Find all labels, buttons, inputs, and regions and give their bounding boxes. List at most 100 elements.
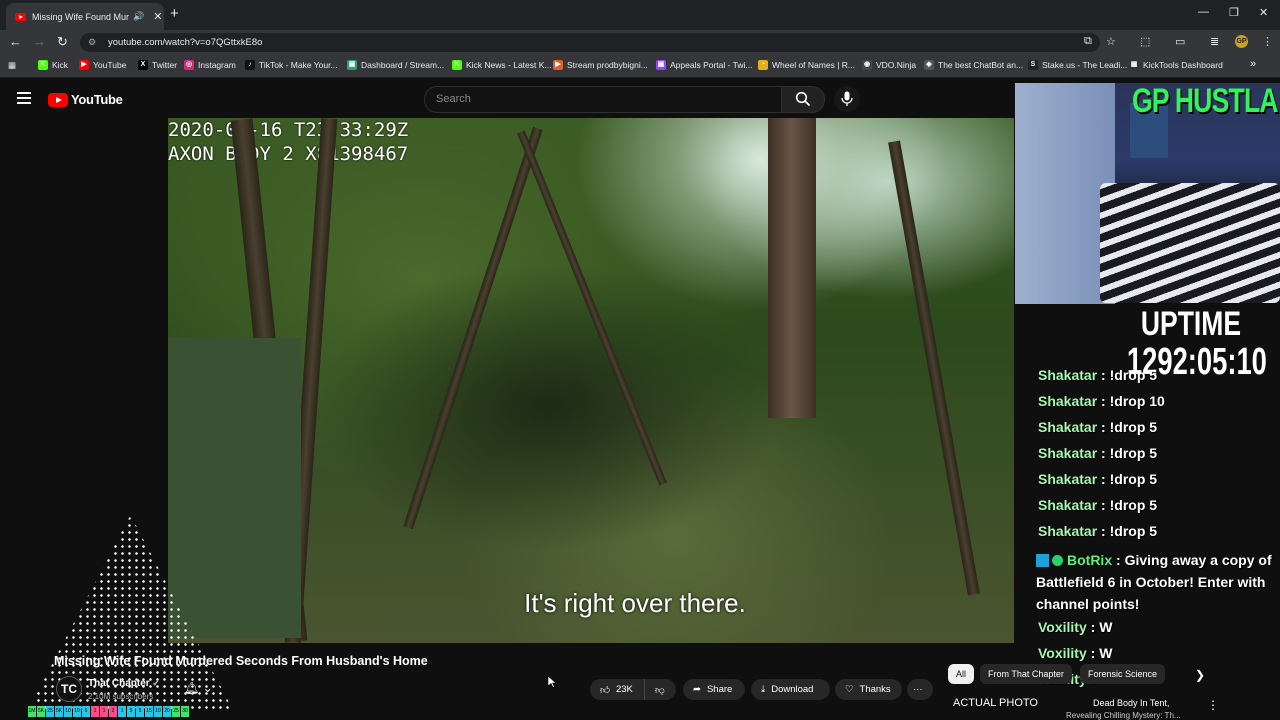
install-app-icon[interactable]: ⧉ [1084,35,1092,48]
browser-menu-icon[interactable]: ⋮ [1262,35,1273,48]
chat-username: Shakatar [1038,523,1098,539]
bookmark-item[interactable]: K Kick News - Latest K... [452,60,552,70]
bookmark-item[interactable]: X Twitter [138,60,177,70]
bookmark-label: Instagram [198,60,236,70]
like-button[interactable]: 👍︎ 23K [590,679,644,700]
microphone-icon [841,91,853,106]
search-input[interactable] [434,92,768,106]
bookmark-favicon-icon: K [38,60,48,70]
timestamp-device: AXON BODY 2 X81398467 [168,143,409,165]
dislike-button[interactable]: 👎︎ [644,679,676,700]
share-label: Share [706,684,733,695]
channel-avatar[interactable]: TC [56,676,82,702]
minimize-button[interactable]: — [1198,6,1209,18]
bookmark-favicon-icon: ◆ [924,60,934,70]
new-tab-button[interactable]: + [170,5,179,22]
chip-from-channel[interactable]: From That Chapter [980,664,1072,684]
bookmark-label: YouTube [93,60,127,70]
search-icon [795,91,811,107]
level-segment: 10 [64,706,72,717]
bookmark-item[interactable]: ▶ Stream prodbybigni... [553,60,648,70]
bookmark-favicon-icon: ▣ [347,60,357,70]
bookmark-item[interactable]: ▣ Appeals Portal - Twi... [656,60,753,70]
chat-text: !drop 5 [1109,523,1158,539]
reload-button[interactable]: ↻ [57,34,68,50]
bookmark-item[interactable]: ♪ TikTok - Make Your... [245,60,338,70]
level-segment: 30 [181,706,189,717]
youtube-play-icon [48,92,68,107]
bookmark-item[interactable]: K Kick [38,60,68,70]
rec-menu-icon[interactable]: ⋮ [1207,698,1219,712]
back-button[interactable]: ← [9,34,22,49]
chevron-right-icon[interactable]: ❯ [1195,668,1205,682]
restore-button[interactable]: ❐ [1229,6,1239,19]
bookmark-item[interactable]: S Stake.us - The Leadi... [1028,60,1127,70]
chat-message: Shakatar : !drop 5 [1038,419,1157,435]
bookmark-item[interactable]: ◉ VDO.Ninja [862,60,916,70]
forward-button[interactable]: → [33,34,46,49]
more-actions-button[interactable]: ··· [907,679,933,700]
download-button[interactable]: ⤓ Download [751,679,830,700]
bookmark-item[interactable]: ◎ Instagram [184,60,236,70]
address-bar[interactable]: ⚙ youtube.com/watch?v=o7QGttxkE8o [80,33,1100,52]
bookmark-item[interactable]: ▶ YouTube [79,60,126,70]
level-segment: 25 [172,706,180,717]
chat-text: W [1099,645,1113,661]
site-info-icon[interactable]: ⚙ [88,37,98,48]
level-segment: 5 [82,706,90,717]
speaker-icon[interactable]: 🔊 [133,11,144,22]
voice-search-button[interactable] [834,86,860,112]
bookmark-favicon-icon: X [138,60,148,70]
bookmark-item[interactable]: ▦ KickTools Dashboard [1129,60,1223,70]
tab-close-icon[interactable]: ✕ [153,10,162,23]
bookmark-favicon-icon: K [452,60,462,70]
uptime-label: UPTIME [1140,305,1242,343]
notification-bell-icon[interactable]: 🔔︎ ⌄ [184,681,213,695]
chip-forensic-science[interactable]: Forensic Science [1080,664,1166,684]
bookmark-star-icon[interactable]: ☆ [1106,35,1116,48]
level-bar: 1M 5K 25 5K 10 10 5 1 1 2 1 5 5 15 10 20 25 30 [28,706,189,717]
bookmark-label: Appeals Portal - Twi... [670,60,753,70]
search-button[interactable] [781,86,825,113]
bookmark-item[interactable]: ◔ Wheel of Names | R... [758,60,855,70]
bookmark-favicon-icon: ◉ [862,60,872,70]
profile-avatar[interactable]: GP [1235,35,1248,48]
browser-tab-active[interactable]: Missing Wife Found Murde 🔊 ✕ [6,3,164,30]
bookmark-label: VDO.Ninja [876,60,917,70]
stream-brand-text: GP HUSTLA [1132,82,1279,120]
search-box[interactable] [424,86,783,113]
thanks-button[interactable]: ♡ Thanks [835,679,902,700]
blurred-region [168,338,301,638]
cast-icon[interactable]: ▭ [1175,35,1185,48]
share-button[interactable]: ➦ Share [683,679,745,700]
subscriber-count: 2.10M subscribers [88,692,154,701]
apps-grid-icon[interactable]: ▦ [8,60,16,71]
chat-message: Shakatar : !drop 5 [1038,471,1157,487]
channel-name-text: That Chapter [88,678,150,689]
media-controls-icon[interactable]: ≣ [1210,35,1219,48]
youtube-favicon-icon [15,12,26,21]
chat-text: !drop 5 [1109,367,1158,383]
youtube-logo[interactable]: YouTube [48,92,123,107]
chat-message: Voxility : W [1038,619,1112,635]
window-close-button[interactable]: ✕ [1259,6,1268,19]
chat-username: Shakatar [1038,419,1098,435]
bot-badge-icon [1036,554,1049,567]
menu-hamburger-icon[interactable] [17,92,31,104]
youtube-logo-text: YouTube [71,92,123,107]
chat-separator: : [1097,497,1110,513]
extensions-icon[interactable]: ⬚ [1140,35,1150,48]
chat-username: Shakatar [1038,367,1098,383]
channel-name[interactable]: That Chapter ✔ [88,678,159,689]
chat-text: !drop 10 [1109,393,1165,409]
chip-all[interactable]: All [948,664,975,684]
chat-message: Shakatar : !drop 5 [1038,497,1157,513]
bookmarks-overflow-icon[interactable]: » [1250,58,1256,70]
bookmark-item[interactable]: ▣ Dashboard / Stream... [347,60,444,70]
recommended-video-title[interactable]: ACTUAL PHOTO Dead Body In Tent, [953,697,1169,709]
chat-separator: : [1097,419,1110,435]
level-segment: 10 [73,706,81,717]
bookmark-label: KickTools Dashboard [1143,60,1223,70]
bookmark-item[interactable]: ◆ The best ChatBot an... [924,60,1023,70]
bookmark-favicon-icon: ▦ [1129,60,1139,70]
